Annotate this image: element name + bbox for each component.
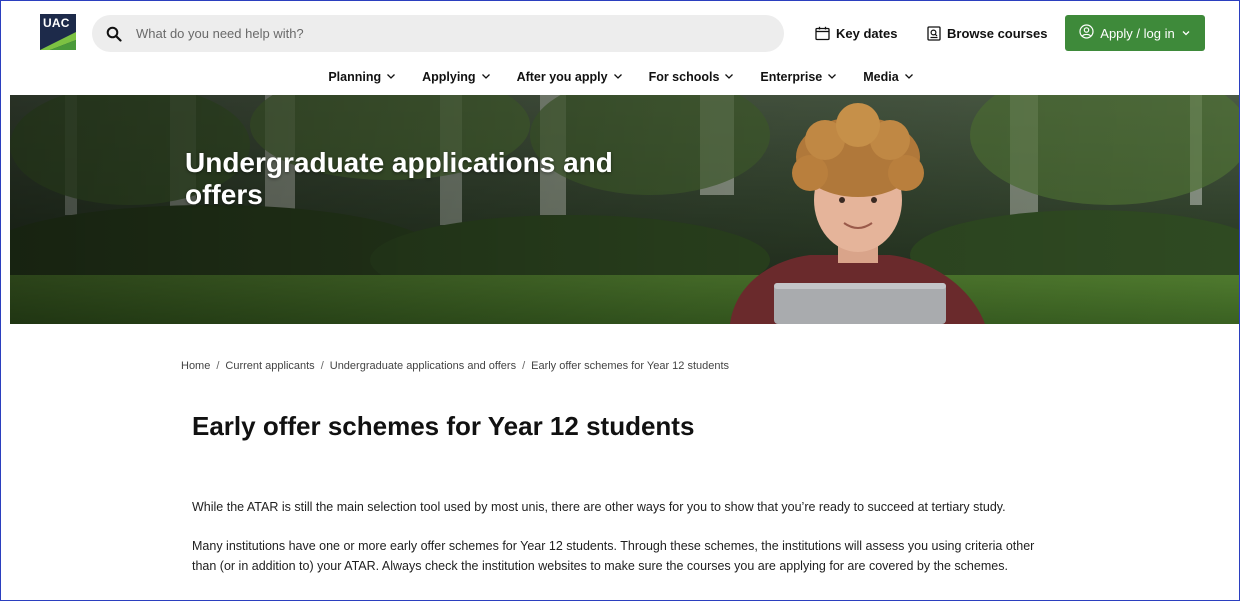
page-title: Early offer schemes for Year 12 students: [192, 411, 695, 441]
chevron-down-icon: [724, 70, 734, 84]
chevron-down-icon: [481, 70, 491, 84]
nav-item-enterprise[interactable]: Enterprise: [747, 67, 850, 87]
chevron-down-icon: [827, 70, 837, 84]
breadcrumb-home[interactable]: Home: [181, 360, 210, 372]
apply-login-label: Apply / log in: [1100, 25, 1175, 41]
calendar-icon: [815, 26, 830, 41]
logo-text: UAC: [43, 16, 70, 30]
breadcrumb: Home / Current applicants / Undergraduat…: [181, 360, 729, 372]
user-circle-icon: [1079, 24, 1094, 42]
chevron-down-icon: [904, 70, 914, 84]
nav-item-after-you-apply[interactable]: After you apply: [504, 67, 636, 87]
uac-logo[interactable]: UAC: [40, 14, 76, 50]
main-nav: Planning Applying After you apply For sc…: [1, 67, 1239, 87]
nav-label: Applying: [422, 70, 476, 84]
browse-courses-link[interactable]: Browse courses: [927, 23, 1047, 43]
page: UAC Key dates: [0, 0, 1240, 601]
breadcrumb-current-page: Early offer schemes for Year 12 students: [531, 360, 730, 372]
breadcrumb-separator: /: [320, 360, 324, 372]
nav-label: For schools: [648, 70, 720, 84]
breadcrumb-separator: /: [216, 360, 220, 372]
chevron-down-icon: [1181, 26, 1191, 41]
hero-banner: Undergraduate applications and offers: [10, 95, 1239, 324]
hero-title: Undergraduate applications and offers: [185, 147, 613, 210]
key-dates-label: Key dates: [836, 25, 898, 41]
nav-item-applying[interactable]: Applying: [409, 67, 503, 87]
nav-item-planning[interactable]: Planning: [315, 67, 409, 87]
nav-label: Media: [863, 70, 899, 84]
search-icon[interactable]: [106, 26, 122, 42]
breadcrumb-current-applicants[interactable]: Current applicants: [225, 360, 314, 372]
intro-paragraph: While the ATAR is still the main selecti…: [192, 500, 1006, 514]
course-search-icon: [927, 25, 941, 41]
nav-item-for-schools[interactable]: For schools: [636, 67, 748, 87]
chevron-down-icon: [386, 70, 396, 84]
nav-label: Planning: [328, 70, 382, 84]
key-dates-link[interactable]: Key dates: [815, 23, 897, 43]
chevron-down-icon: [613, 70, 623, 84]
nav-item-media[interactable]: Media: [850, 67, 926, 87]
search-input[interactable]: [136, 26, 736, 41]
apply-login-button[interactable]: Apply / log in: [1065, 15, 1205, 51]
breadcrumb-separator: /: [522, 360, 526, 372]
body-paragraph: Many institutions have one or more early…: [192, 539, 1035, 573]
search-bar[interactable]: [92, 15, 784, 52]
breadcrumb-undergraduate[interactable]: Undergraduate applications and offers: [330, 360, 516, 372]
nav-label: Enterprise: [760, 70, 823, 84]
nav-label: After you apply: [516, 70, 608, 84]
browse-courses-label: Browse courses: [947, 25, 1048, 41]
